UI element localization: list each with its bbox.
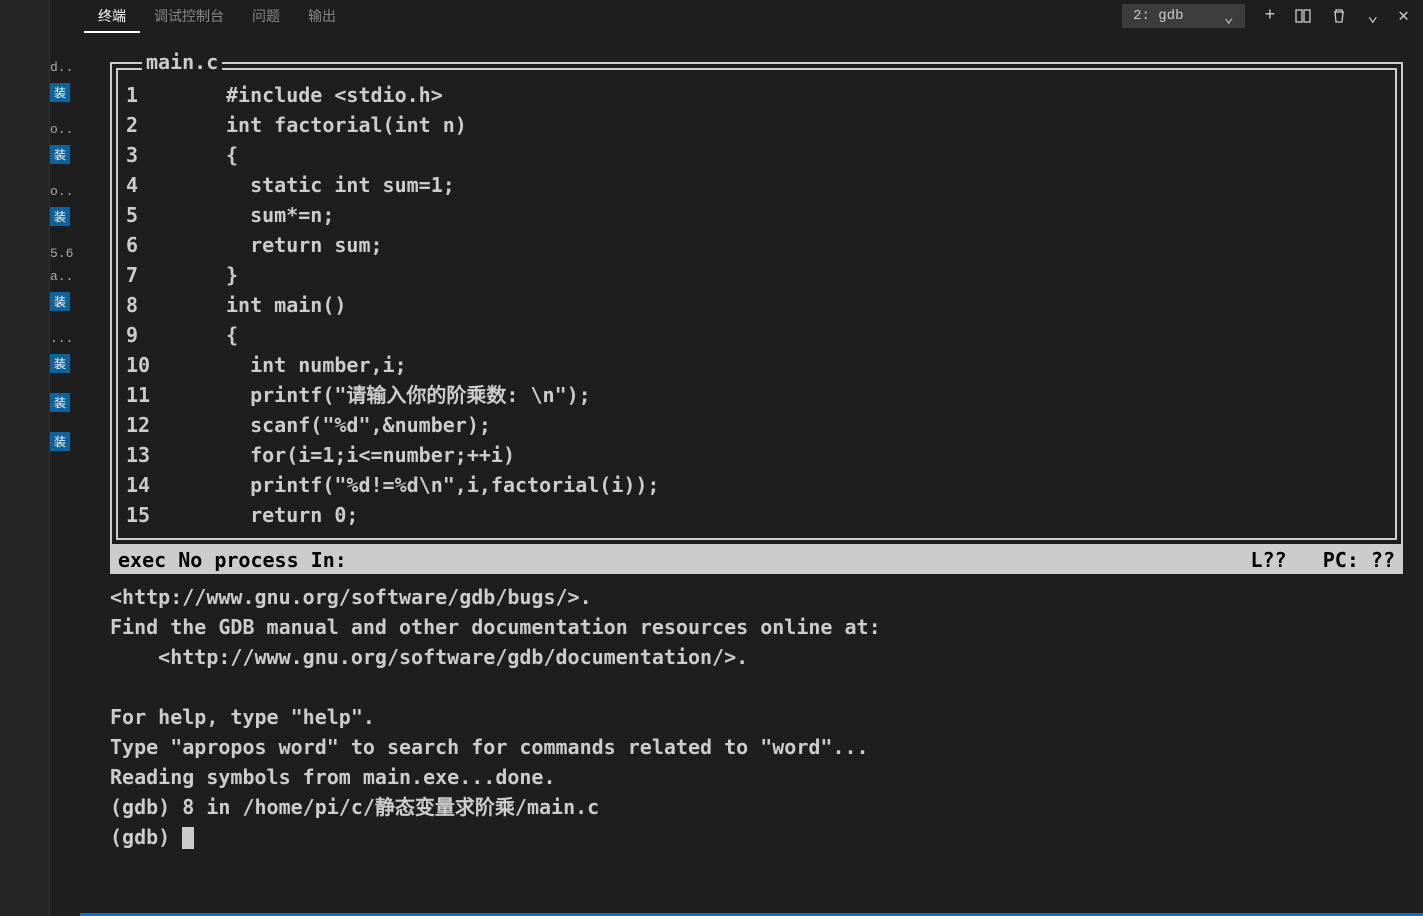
new-terminal-icon[interactable]: + (1255, 2, 1286, 30)
line-code: #include <stdio.h> (226, 80, 443, 110)
code-line: 2int factorial(int n) (126, 110, 1387, 140)
gdb-status-bar: exec No process In: L?? PC: ?? (110, 546, 1403, 574)
line-number: 7 (126, 260, 226, 290)
code-line: 12 scanf("%d",&number); (126, 410, 1387, 440)
line-code: int number,i; (226, 350, 407, 380)
code-line: 14 printf("%d!=%d\n",i,factorial(i)); (126, 470, 1387, 500)
line-number: 3 (126, 140, 226, 170)
line-number: 15 (126, 500, 226, 530)
line-code: printf("请输入你的阶乘数: \n"); (226, 380, 591, 410)
main-panel: 终端 调试控制台 问题 输出 2: gdb + ⌄ ✕ main.c 1#inc… (80, 0, 1423, 916)
code-line: 5 sum*=n; (126, 200, 1387, 230)
line-number: 8 (126, 290, 226, 320)
gdb-line: <http://www.gnu.org/software/gdb/documen… (110, 642, 1403, 672)
gdb-line: Reading symbols from main.exe...done. (110, 762, 1403, 792)
line-number: 11 (126, 380, 226, 410)
tab-debug-console[interactable]: 调试控制台 (140, 0, 238, 33)
gdb-line: (gdb) 8 in /home/pi/c/静态变量求阶乘/main.c (110, 792, 1403, 822)
line-number: 5 (126, 200, 226, 230)
extensions-panel: d.. 装 o.. 装 o.. 装 5.6 a.. 装 ... 装 装 装 (50, 0, 80, 916)
line-code: sum*=n; (226, 200, 334, 230)
line-code: } (226, 260, 238, 290)
activity-bar[interactable] (0, 0, 50, 916)
code-line: 6 return sum; (126, 230, 1387, 260)
code-line: 11 printf("请输入你的阶乘数: \n"); (126, 380, 1387, 410)
tab-output[interactable]: 输出 (294, 0, 350, 33)
terminal-content[interactable]: main.c 1#include <stdio.h>2int factorial… (80, 32, 1423, 913)
line-number: 6 (126, 230, 226, 260)
panel-item[interactable]: ... 装 (50, 331, 80, 393)
line-code: for(i=1;i<=number;++i) (226, 440, 515, 470)
tab-problems[interactable]: 问题 (238, 0, 294, 33)
chevron-down-icon[interactable]: ⌄ (1357, 1, 1388, 31)
code-line: 7} (126, 260, 1387, 290)
line-code: return 0; (226, 500, 358, 530)
line-number: 12 (126, 410, 226, 440)
code-line: 4 static int sum=1; (126, 170, 1387, 200)
line-code: return sum; (226, 230, 383, 260)
source-filename: main.c (142, 50, 222, 74)
close-icon[interactable]: ✕ (1388, 1, 1419, 31)
code-line: 13 for(i=1;i<=number;++i) (126, 440, 1387, 470)
cursor (182, 827, 194, 849)
gdb-output: <http://www.gnu.org/software/gdb/bugs/>.… (110, 574, 1403, 860)
status-right: L?? PC: ?? (1251, 548, 1396, 572)
panel-item[interactable]: d.. 装 (50, 60, 80, 122)
line-code: int main() (226, 290, 346, 320)
code-line: 10 int number,i; (126, 350, 1387, 380)
line-number: 10 (126, 350, 226, 380)
line-code: int factorial(int n) (226, 110, 467, 140)
gdb-line (110, 672, 1403, 702)
line-number: 13 (126, 440, 226, 470)
panel-item[interactable]: 装 (50, 393, 80, 432)
gdb-line: Find the GDB manual and other documentat… (110, 612, 1403, 642)
panel-item[interactable]: o.. 装 (50, 184, 80, 246)
panel-tab-bar: 终端 调试控制台 问题 输出 2: gdb + ⌄ ✕ (80, 0, 1423, 32)
line-number: 1 (126, 80, 226, 110)
line-number: 14 (126, 470, 226, 500)
code-line: 15 return 0; (126, 500, 1387, 530)
panel-item[interactable]: o.. 装 (50, 122, 80, 184)
line-code: printf("%d!=%d\n",i,factorial(i)); (226, 470, 659, 500)
gdb-line: For help, type "help". (110, 702, 1403, 732)
line-code: scanf("%d",&number); (226, 410, 491, 440)
code-line: 1#include <stdio.h> (126, 80, 1387, 110)
line-number: 4 (126, 170, 226, 200)
terminal-selector[interactable]: 2: gdb (1122, 4, 1244, 28)
line-number: 9 (126, 320, 226, 350)
line-code: static int sum=1; (226, 170, 455, 200)
code-line: 9{ (126, 320, 1387, 350)
panel-item[interactable]: 5.6 (50, 246, 80, 269)
gdb-line: <http://www.gnu.org/software/gdb/bugs/>. (110, 582, 1403, 612)
gdb-line: Type "apropos word" to search for comman… (110, 732, 1403, 762)
gdb-source-window: main.c 1#include <stdio.h>2int factorial… (110, 62, 1403, 546)
trash-icon[interactable] (1321, 4, 1357, 28)
status-left: exec No process In: (118, 548, 1251, 572)
gdb-prompt[interactable]: (gdb) (110, 822, 1403, 852)
panel-item[interactable]: a.. 装 (50, 269, 80, 331)
line-code: { (226, 320, 238, 350)
line-code: { (226, 140, 238, 170)
panel-item[interactable]: 装 (50, 432, 80, 471)
code-line: 8int main() (126, 290, 1387, 320)
code-line: 3{ (126, 140, 1387, 170)
tab-terminal[interactable]: 终端 (84, 0, 140, 33)
split-terminal-icon[interactable] (1285, 4, 1321, 28)
line-number: 2 (126, 110, 226, 140)
